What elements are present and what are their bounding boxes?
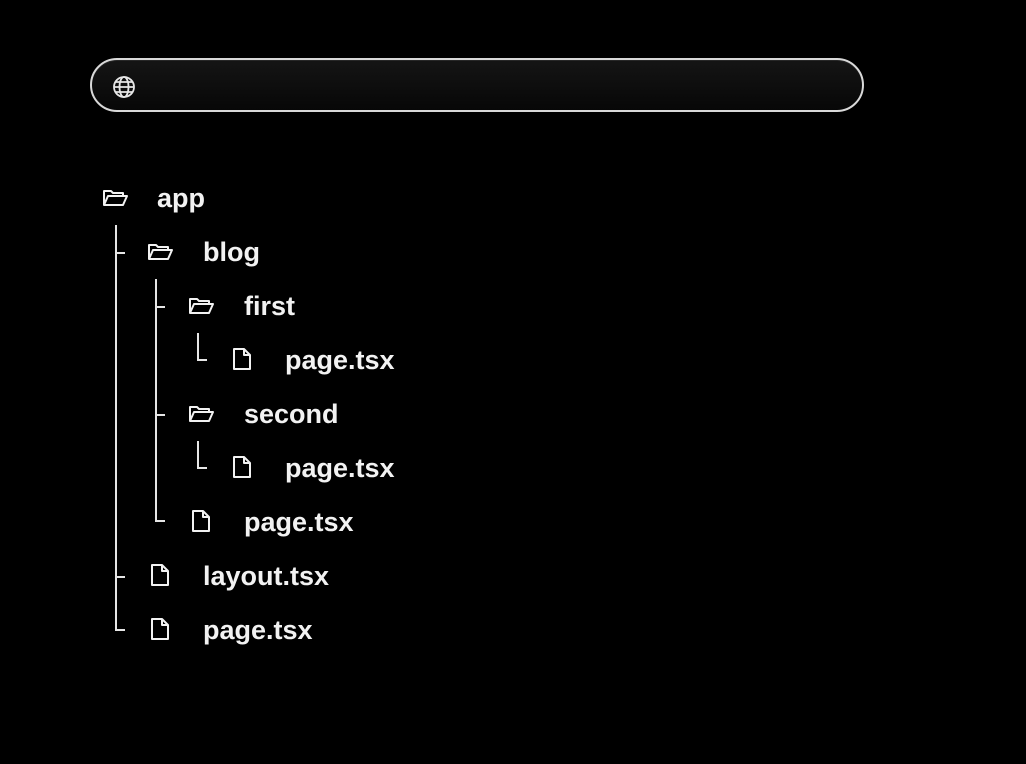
- tree-connector: [115, 576, 125, 578]
- tree-item-label: page.tsx: [244, 507, 354, 537]
- file-icon: [233, 456, 251, 478]
- tree-item-label: page.tsx: [285, 345, 395, 375]
- file-icon: [192, 510, 210, 532]
- tree-connector: [155, 306, 165, 308]
- tree-connector: [115, 252, 125, 254]
- folder-open-icon: [189, 298, 214, 314]
- tree-connector: [155, 279, 157, 522]
- tree-connector: [197, 467, 207, 469]
- file-icon: [151, 618, 169, 640]
- tree-item-label: page.tsx: [285, 453, 395, 483]
- folder-open-icon: [103, 190, 128, 206]
- file-tree: app blog first page.tsx second page.tsx …: [0, 0, 1026, 764]
- file-icon: [233, 348, 251, 370]
- folder-open-icon: [148, 244, 173, 260]
- tree-connector: [115, 225, 117, 631]
- tree-connector: [115, 629, 125, 631]
- tree-connector: [155, 520, 165, 522]
- tree-item-label: second: [244, 399, 339, 429]
- tree-connector: [197, 359, 207, 361]
- folder-open-icon: [189, 406, 214, 422]
- file-icon: [151, 564, 169, 586]
- tree-item-label: first: [244, 291, 296, 321]
- tree-item-label: blog: [203, 237, 260, 267]
- tree-item-label: app: [157, 183, 206, 213]
- tree-connector: [197, 441, 199, 469]
- tree-connector: [155, 414, 165, 416]
- tree-item-label: layout.tsx: [203, 561, 330, 591]
- tree-item-label: page.tsx: [203, 615, 313, 645]
- tree-connector: [197, 333, 199, 361]
